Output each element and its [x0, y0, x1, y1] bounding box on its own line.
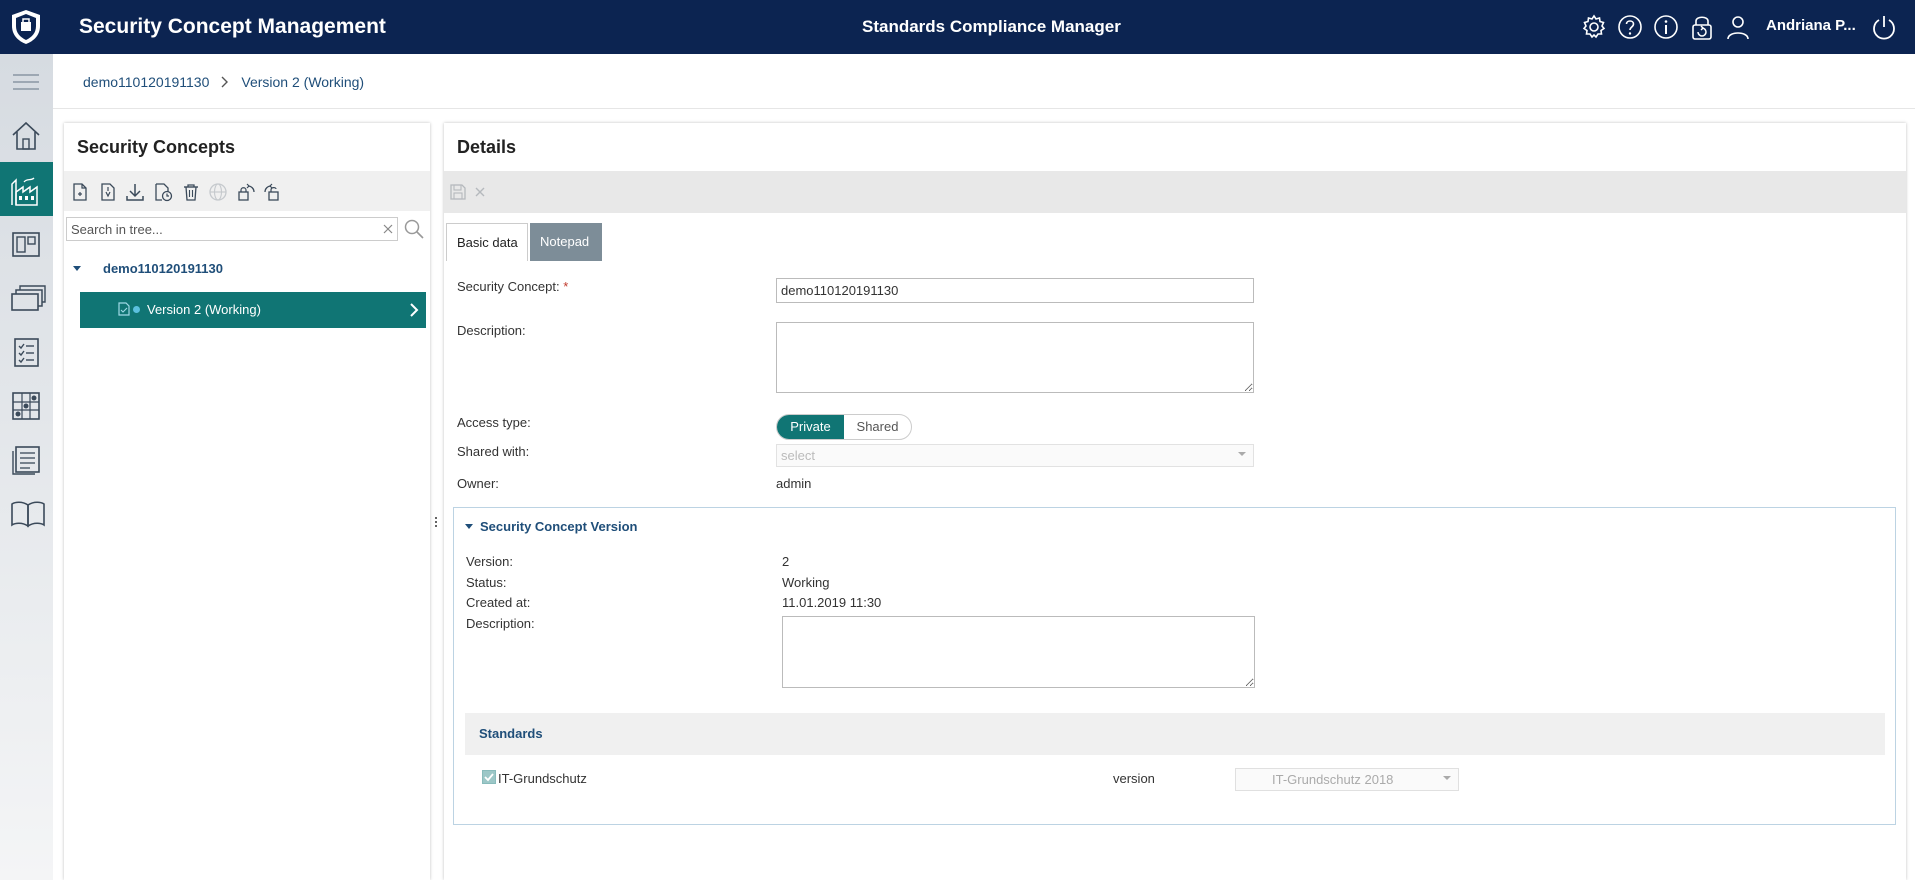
version-description-textarea[interactable]: [782, 616, 1255, 688]
trash-icon[interactable]: [181, 182, 201, 202]
shared-with-select[interactable]: select: [776, 444, 1254, 467]
details-panel: Details Basic data Notepad Security Conc…: [444, 123, 1906, 880]
standard-name: IT-Grundschutz: [498, 771, 587, 786]
clear-icon[interactable]: [380, 221, 396, 237]
new-file-icon[interactable]: [70, 182, 90, 202]
tab-basic-data[interactable]: Basic data: [446, 223, 528, 261]
app-title: Security Concept Management: [79, 15, 386, 38]
access-type-toggle: Private Shared: [776, 414, 912, 440]
top-bar: Security Concept Management Standards Co…: [0, 0, 1915, 54]
tree-node-label: Version 2 (Working): [147, 302, 261, 317]
owner-label: Owner:: [457, 476, 499, 491]
security-concept-label: Security Concept: *: [457, 279, 568, 294]
factory-icon[interactable]: [0, 162, 53, 216]
standard-version-select[interactable]: IT-Grundschutz 2018: [1235, 768, 1459, 791]
grid-chart-icon[interactable]: [0, 378, 53, 432]
access-type-label: Access type:: [457, 415, 531, 430]
field-label-text: Security Concept:: [457, 279, 560, 294]
module-title: Standards Compliance Manager: [862, 17, 1121, 36]
report-icon[interactable]: [0, 432, 53, 486]
breadcrumb-item-version[interactable]: Version 2 (Working): [241, 74, 364, 90]
security-concept-input[interactable]: [776, 278, 1254, 303]
select-value: IT-Grundschutz 2018: [1272, 772, 1394, 787]
panel-title: Security Concepts: [77, 137, 236, 157]
cards-icon[interactable]: [0, 270, 53, 324]
info-icon[interactable]: [1652, 13, 1680, 41]
search-icon[interactable]: [403, 218, 425, 240]
unlock-rotate-icon[interactable]: [263, 182, 283, 202]
standards-header: Standards: [465, 713, 1885, 755]
version-value: 2: [782, 554, 790, 569]
required-marker: *: [563, 279, 569, 294]
help-icon[interactable]: [1616, 13, 1644, 41]
download-icon[interactable]: [125, 182, 145, 202]
tree-search-input[interactable]: [71, 220, 371, 238]
created-at-label: Created at:: [466, 595, 531, 610]
home-icon[interactable]: [0, 108, 53, 162]
tree-toolbar: [64, 171, 430, 211]
section-title: Security Concept Version: [480, 519, 638, 534]
document-check-icon: [118, 302, 130, 316]
description-label: Description:: [457, 323, 526, 338]
shared-with-label: Shared with:: [457, 444, 530, 459]
tree-node-label: demo110120191130: [103, 261, 223, 276]
gear-icon[interactable]: [1580, 13, 1608, 41]
standard-version-label: version: [1113, 771, 1155, 786]
nav-rail: [0, 54, 53, 880]
globe-icon: [208, 182, 228, 202]
tree-node-version[interactable]: Version 2 (Working): [80, 292, 426, 328]
created-at-value: 11.01.2019 11:30: [782, 595, 882, 610]
caret-down-icon[interactable]: [464, 523, 474, 531]
tree-search-box: [66, 217, 398, 241]
close-icon[interactable]: [473, 185, 487, 199]
security-concepts-panel: Security Concepts Search in tree... demo…: [64, 123, 430, 880]
select-placeholder: select: [781, 448, 815, 463]
tab-notepad[interactable]: Notepad: [530, 223, 602, 261]
status-label: Status:: [466, 575, 507, 590]
lock-rotate-icon[interactable]: [236, 182, 256, 202]
panel-splitter-handle[interactable]: [434, 515, 438, 529]
standard-checkbox[interactable]: [482, 770, 496, 784]
owner-value: admin: [776, 476, 812, 491]
checklist-icon[interactable]: [0, 324, 53, 378]
access-shared-option[interactable]: Shared: [844, 415, 911, 439]
menu-icon[interactable]: [0, 54, 53, 108]
user-name[interactable]: Andriana P...: [1766, 17, 1856, 34]
save-icon[interactable]: [449, 183, 467, 201]
version-description-label: Description:: [466, 616, 535, 631]
details-toolbar: [444, 171, 1906, 213]
divider: [53, 108, 1915, 109]
file-clock-icon[interactable]: [153, 182, 173, 202]
breadcrumb-item-concept[interactable]: demo110120191130: [83, 74, 209, 90]
caret-down-icon: [1237, 449, 1247, 459]
chevron-right-icon: [221, 76, 229, 88]
power-icon[interactable]: [1870, 13, 1898, 41]
caret-down-icon[interactable]: [72, 265, 82, 273]
status-dot-icon: [133, 306, 140, 313]
tree-node-root[interactable]: demo110120191130: [70, 259, 420, 281]
access-private-option[interactable]: Private: [777, 415, 844, 439]
standards-title: Standards: [479, 726, 543, 741]
lock-refresh-icon[interactable]: [1688, 13, 1716, 41]
new-version-icon[interactable]: [98, 182, 118, 202]
book-icon[interactable]: [0, 486, 53, 540]
user-icon[interactable]: [1724, 13, 1752, 41]
shield-logo-icon[interactable]: [8, 8, 44, 46]
breadcrumb: demo110120191130 Version 2 (Working): [83, 74, 364, 90]
status-value: Working: [782, 575, 830, 590]
board-icon[interactable]: [0, 216, 53, 270]
chevron-right-icon[interactable]: [409, 303, 419, 317]
panel-title: Details: [457, 137, 517, 157]
description-textarea[interactable]: [776, 322, 1254, 393]
caret-down-icon: [1442, 773, 1452, 783]
version-label: Version:: [466, 554, 513, 569]
security-concept-version-section: Security Concept Version Version: 2 Stat…: [453, 507, 1896, 825]
